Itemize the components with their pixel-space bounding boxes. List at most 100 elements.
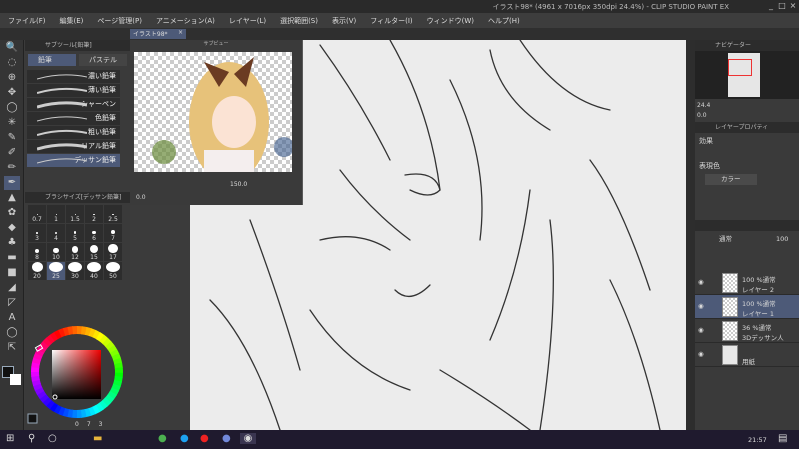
menu-edit[interactable]: 編集(E)	[60, 16, 84, 26]
brush-size-cell[interactable]: 1.5	[66, 205, 84, 223]
minimize-button[interactable]: _	[766, 1, 776, 10]
tab-close-icon[interactable]: ×	[178, 29, 183, 36]
layer-row[interactable]: ◉ 100 %通常 レイヤー 1	[695, 295, 799, 319]
brush-size-label: 17	[109, 254, 117, 261]
menu-file[interactable]: ファイル(F)	[8, 16, 46, 26]
maximize-button[interactable]: □	[777, 1, 787, 10]
tool-icon[interactable]: ✳	[4, 116, 20, 130]
brush-size-cell[interactable]: 7	[104, 224, 122, 242]
eye-icon[interactable]: ◉	[698, 350, 704, 358]
main-color-swatch[interactable]	[27, 413, 38, 424]
brush-size-cell[interactable]: 40	[85, 262, 103, 280]
start-icon[interactable]: ⊞	[6, 433, 14, 444]
menu-animation[interactable]: アニメーション(A)	[156, 16, 215, 26]
navigator-view[interactable]	[695, 51, 799, 99]
menu-page[interactable]: ページ管理(P)	[97, 16, 142, 26]
brush-size-cell[interactable]: 17	[104, 243, 122, 261]
layer-row[interactable]: ◉ 100 %通常 レイヤー 2	[695, 271, 799, 295]
brush-stroke-preview	[37, 74, 87, 80]
tab-pastel[interactable]: パステル	[79, 54, 127, 66]
eye-icon[interactable]: ◉	[698, 278, 704, 286]
layer-row[interactable]: ◉ 用紙	[695, 343, 799, 367]
opacity-value[interactable]: 100	[776, 235, 788, 243]
youtube-icon[interactable]: ●	[200, 433, 209, 444]
layer-name: レイヤー 2	[742, 286, 775, 294]
brush-size-cell[interactable]: 50	[104, 262, 122, 280]
subview-zoom[interactable]: 150.0	[230, 181, 247, 188]
tool-icon[interactable]: 🔍	[4, 41, 20, 55]
brush-size-cell[interactable]: 1	[47, 205, 65, 223]
eye-icon[interactable]: ◉	[698, 326, 704, 334]
clip-studio-icon[interactable]: ◉	[240, 433, 256, 444]
tool-icon[interactable]: ⇱	[4, 341, 20, 355]
brush-item[interactable]: デッサン鉛筆	[27, 154, 120, 167]
brush-size-cell[interactable]: 20	[28, 262, 46, 280]
tool-icon[interactable]: ◆	[4, 221, 20, 235]
brush-size-cell[interactable]: 2.5	[104, 205, 122, 223]
brush-size-cell[interactable]: 2	[85, 205, 103, 223]
layer-row[interactable]: ◉ 36 %通常 3Dデッサン人	[695, 319, 799, 343]
twitter-icon[interactable]: ●	[180, 433, 189, 444]
close-button[interactable]: ×	[788, 1, 798, 10]
navigator-zoom[interactable]: 24.4	[695, 99, 799, 112]
brush-item[interactable]: 濃い鉛筆	[27, 70, 120, 83]
search-icon[interactable]: ⚲	[28, 433, 35, 444]
menu-layer[interactable]: レイヤー(L)	[229, 16, 266, 26]
tool-icon[interactable]: ◯	[4, 326, 20, 340]
sub-color-swatch[interactable]	[10, 374, 21, 385]
tool-icon[interactable]: ♣	[4, 236, 20, 250]
tool-icon[interactable]: ⊕	[4, 71, 20, 85]
menu-help[interactable]: ヘルプ(H)	[488, 16, 520, 26]
brush-size-cell[interactable]: 4	[47, 224, 65, 242]
brush-item[interactable]: リアル鉛筆	[27, 140, 120, 153]
brush-size-cell[interactable]: 15	[85, 243, 103, 261]
expression-color-select[interactable]: カラー	[705, 174, 757, 185]
document-tab[interactable]: イラスト98* ×	[130, 29, 186, 39]
discord-icon[interactable]: ●	[222, 433, 231, 444]
brush-size-cell[interactable]: 5	[66, 224, 84, 242]
brush-size-cell[interactable]: 3	[28, 224, 46, 242]
blend-mode-select[interactable]: 通常	[719, 235, 732, 243]
brush-size-cell[interactable]: 30	[66, 262, 84, 280]
navigator-rotate[interactable]: 0.0	[695, 112, 799, 122]
chrome-icon[interactable]: ●	[158, 433, 167, 444]
brush-size-cell[interactable]: 8	[28, 243, 46, 261]
tool-icon[interactable]: ■	[4, 266, 20, 280]
menu-selection[interactable]: 選択範囲(S)	[280, 16, 318, 26]
tool-icon[interactable]: ◸	[4, 296, 20, 310]
tool-icon[interactable]: ▬	[4, 251, 20, 265]
tool-icon[interactable]: ◌	[4, 56, 20, 70]
brush-item[interactable]: 粗い鉛筆	[27, 126, 120, 139]
brush-item[interactable]: 薄い鉛筆	[27, 84, 120, 97]
brush-size-cell[interactable]: 0.7	[28, 205, 46, 223]
eye-icon[interactable]: ◉	[698, 302, 704, 310]
tool-icon[interactable]: ✏	[4, 161, 20, 175]
menu-filter[interactable]: フィルター(I)	[370, 16, 412, 26]
tab-pencil[interactable]: 鉛筆	[28, 54, 76, 66]
subview-rotate[interactable]: 0.0	[136, 194, 146, 201]
layer-thumbnail	[722, 321, 738, 341]
tool-icon[interactable]: ◯	[4, 101, 20, 115]
menu-view[interactable]: 表示(V)	[332, 16, 356, 26]
tool-icon[interactable]: ✒	[4, 176, 20, 190]
brush-size-cell[interactable]: 25	[47, 262, 65, 280]
file-explorer-icon[interactable]: ▬	[93, 433, 102, 444]
brush-size-cell[interactable]: 6	[85, 224, 103, 242]
hue-segment	[53, 404, 62, 415]
menu-window[interactable]: ウィンドウ(W)	[427, 16, 474, 26]
cortana-icon[interactable]: ○	[48, 433, 57, 444]
notification-icon[interactable]: ▤	[778, 433, 787, 444]
brush-item[interactable]: シャーペン	[27, 98, 120, 111]
tool-icon[interactable]: ✿	[4, 206, 20, 220]
tool-icon[interactable]: ▲	[4, 191, 20, 205]
brush-size-cell[interactable]: 12	[66, 243, 84, 261]
canvas-scrollbar[interactable]	[686, 40, 695, 430]
tool-icon[interactable]: ✐	[4, 146, 20, 160]
brush-size-cell[interactable]: 10	[47, 243, 65, 261]
brush-item[interactable]: 色鉛筆	[27, 112, 120, 125]
tool-icon[interactable]: A	[4, 311, 20, 325]
color-wheel[interactable]	[25, 314, 130, 430]
tool-icon[interactable]: ✥	[4, 86, 20, 100]
tool-icon[interactable]: ✎	[4, 131, 20, 145]
tool-icon[interactable]: ◢	[4, 281, 20, 295]
